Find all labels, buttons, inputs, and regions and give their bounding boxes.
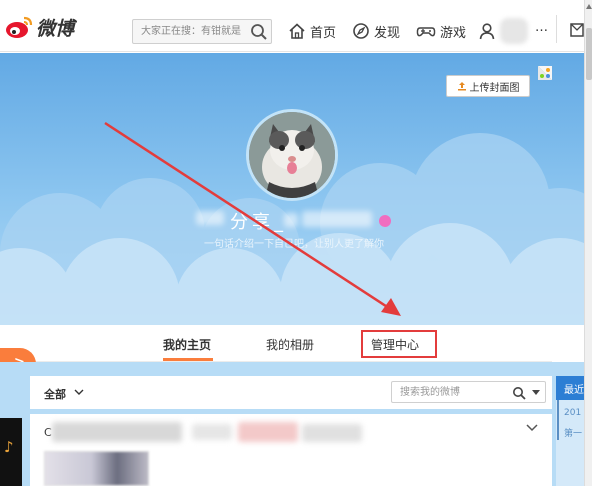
username-ellipsis: …	[535, 20, 548, 35]
scroll-up-arrow-icon[interactable]	[586, 4, 592, 9]
weibo-eye-icon	[4, 14, 34, 40]
nav-home[interactable]: 首页	[288, 20, 336, 42]
profile-tab-strip: 我的主页 我的相册 管理中心	[30, 325, 552, 362]
theme-palette-icon[interactable]	[538, 65, 552, 80]
nav-games-label: 游戏	[440, 25, 467, 41]
nav-discover-label: 发现	[374, 25, 401, 41]
user-icon	[479, 23, 495, 40]
scroll-thumb[interactable]	[586, 28, 592, 80]
tab-my-homepage[interactable]: 我的主页	[163, 336, 211, 353]
gamepad-icon	[416, 27, 436, 37]
post-author-initial: C	[44, 426, 52, 439]
management-center-highlight-box	[361, 330, 437, 358]
side-panel-item[interactable]: 201	[564, 408, 581, 418]
music-player-button[interactable]: ♪	[0, 418, 22, 486]
side-panel-header: 最近	[556, 376, 584, 400]
chevron-down-icon[interactable]	[526, 424, 538, 432]
filter-all-dropdown[interactable]: 全部	[44, 386, 66, 402]
profile-avatar[interactable]	[246, 109, 338, 201]
cat-avatar-image	[249, 112, 335, 198]
weibo-logo-text: 微博	[36, 17, 75, 40]
post-image-thumbnail[interactable]	[44, 451, 149, 486]
weibo-logo[interactable]: 微博	[4, 12, 74, 42]
top-navigation-bar: 微博 首页 发现 游戏 …	[0, 0, 584, 52]
feed-post-card: C	[30, 414, 552, 486]
upload-icon	[457, 82, 466, 91]
upload-cover-button[interactable]: 上传封面图	[446, 75, 530, 97]
nav-user[interactable]	[478, 20, 500, 42]
nav-games[interactable]: 游戏	[416, 20, 466, 42]
nav-discover[interactable]: 发现	[352, 20, 400, 42]
nav-divider	[556, 15, 557, 43]
profile-cover-banner: 上传封面图 分享_ 一句话介绍一下自己吧，让别人更了解你	[0, 53, 584, 325]
feed-filter-bar: 全部	[30, 376, 552, 409]
female-gender-icon	[379, 215, 391, 227]
search-icon[interactable]	[512, 385, 526, 400]
compass-icon	[353, 23, 369, 39]
message-icon[interactable]	[570, 22, 584, 37]
feed-search-box	[391, 381, 546, 403]
side-panel-item[interactable]: 第一	[564, 426, 582, 439]
home-icon	[289, 23, 305, 39]
global-search-input[interactable]	[133, 20, 245, 43]
profile-bio[interactable]: 一句话介绍一下自己吧，让别人更了解你	[184, 235, 404, 250]
caret-down-icon[interactable]	[532, 390, 540, 395]
page-scrollbar[interactable]	[584, 0, 592, 486]
search-icon[interactable]	[249, 22, 269, 42]
profile-name-redacted	[196, 207, 382, 229]
feed-search-input[interactable]	[392, 382, 510, 402]
username-redacted	[500, 18, 528, 44]
music-note-icon: ♪	[4, 438, 14, 456]
nav-home-label: 首页	[310, 25, 337, 41]
active-tab-indicator	[163, 358, 213, 361]
global-search-box	[132, 19, 272, 44]
post-content-redacted	[52, 418, 362, 446]
chevron-down-icon[interactable]	[74, 388, 84, 396]
tab-my-albums[interactable]: 我的相册	[266, 336, 314, 353]
upload-cover-label: 上传封面图	[469, 82, 520, 94]
side-panel-timeline-bar	[557, 400, 559, 440]
profile-name: 分享_	[230, 212, 287, 233]
